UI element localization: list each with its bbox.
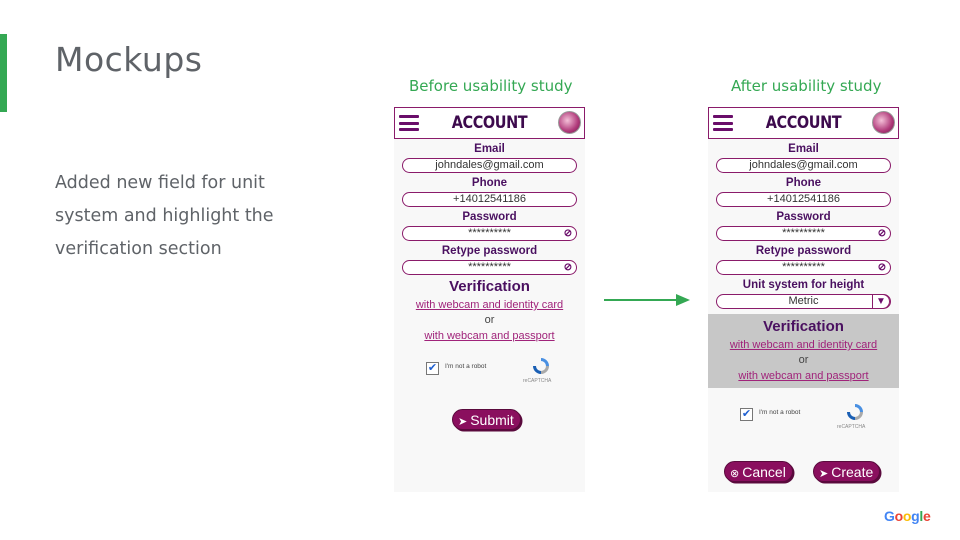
password-field[interactable]: ********** ⊘: [716, 226, 891, 241]
captcha: ✔ I'm not a robot reCAPTCHA: [394, 352, 585, 392]
passport-link[interactable]: with webcam and passport: [708, 370, 899, 382]
unit-system-select[interactable]: Metric ▼: [716, 293, 891, 309]
password-label: Password: [462, 211, 517, 223]
recaptcha-brand: reCAPTCHA: [837, 424, 866, 430]
app-title: ACCOUNT: [451, 113, 528, 133]
identity-card-link[interactable]: with webcam and identity card: [708, 339, 899, 351]
email-label: Email: [788, 143, 819, 155]
or-text: or: [484, 314, 495, 326]
captcha-checkbox[interactable]: ✔: [740, 408, 753, 421]
eye-slash-icon[interactable]: ⊘: [875, 261, 889, 274]
phone-field[interactable]: +14012541186: [716, 192, 891, 207]
slide-title: Mockups: [55, 40, 203, 79]
arrow-right-icon: ➤: [458, 416, 468, 428]
password-value: **********: [782, 227, 825, 239]
email-field[interactable]: johndales@gmail.com: [716, 158, 891, 173]
captcha-label: I'm not a robot: [759, 409, 801, 416]
unit-system-label: Unit system for height: [742, 279, 865, 291]
submit-label: Submit: [470, 412, 514, 428]
google-logo: Google: [884, 508, 931, 524]
recaptcha-icon: [847, 404, 863, 420]
phone-label: Phone: [471, 177, 508, 189]
captcha-checkbox[interactable]: ✔: [426, 362, 439, 375]
retype-password-label: Retype password: [755, 245, 852, 257]
accent-bar: [0, 34, 7, 112]
captcha-label: I'm not a robot: [445, 363, 487, 370]
eye-slash-icon[interactable]: ⊘: [875, 227, 889, 240]
eye-slash-icon[interactable]: ⊘: [561, 227, 575, 240]
x-circle-icon: ⊗: [730, 468, 740, 480]
create-label: Create: [831, 464, 874, 480]
verification-title: Verification: [763, 318, 844, 335]
arrow-right-icon: ➤: [819, 468, 829, 480]
retype-password-label: Retype password: [441, 245, 538, 257]
create-button[interactable]: ➤ Create: [813, 461, 881, 482]
phone-field[interactable]: +14012541186: [402, 192, 577, 207]
triangle-down-icon[interactable]: ▼: [872, 293, 890, 309]
email-field[interactable]: johndales@gmail.com: [402, 158, 577, 173]
app-title: ACCOUNT: [765, 113, 842, 133]
unit-system-value: Metric: [788, 295, 819, 307]
identity-card-link[interactable]: with webcam and identity card: [394, 299, 585, 311]
recaptcha-icon: [533, 358, 549, 374]
avatar[interactable]: [558, 111, 581, 134]
phone-label: Phone: [785, 177, 822, 189]
cancel-button[interactable]: ⊗ Cancel: [724, 461, 793, 482]
recaptcha-brand: reCAPTCHA: [523, 378, 552, 384]
verification-title: Verification: [449, 278, 530, 295]
caption-after: After usability study: [731, 77, 882, 95]
avatar[interactable]: [872, 111, 895, 134]
eye-slash-icon[interactable]: ⊘: [561, 261, 575, 274]
submit-button[interactable]: ➤ Submit: [452, 409, 521, 430]
captcha: ✔ I'm not a robot reCAPTCHA: [708, 398, 899, 438]
password-field[interactable]: ********** ⊘: [402, 226, 577, 241]
app-bar: ACCOUNT: [394, 107, 585, 139]
mockup-before: ACCOUNT Email johndales@gmail.com Phone …: [394, 107, 585, 492]
cancel-label: Cancel: [742, 464, 786, 480]
password-label: Password: [776, 211, 831, 223]
retype-password-value: **********: [782, 261, 825, 273]
password-value: **********: [468, 227, 511, 239]
retype-password-field[interactable]: ********** ⊘: [402, 260, 577, 275]
verification-section: Verification with webcam and identity ca…: [708, 314, 899, 388]
retype-password-field[interactable]: ********** ⊘: [716, 260, 891, 275]
retype-password-value: **********: [468, 261, 511, 273]
passport-link[interactable]: with webcam and passport: [394, 330, 585, 342]
transition-arrow-icon: [604, 294, 690, 306]
mockup-after: ACCOUNT Email johndales@gmail.com Phone …: [708, 107, 899, 492]
email-label: Email: [474, 143, 505, 155]
slide-description: Added new field for unit system and high…: [55, 173, 274, 259]
caption-before: Before usability study: [409, 77, 573, 95]
or-text: or: [798, 354, 809, 366]
app-bar: ACCOUNT: [708, 107, 899, 139]
